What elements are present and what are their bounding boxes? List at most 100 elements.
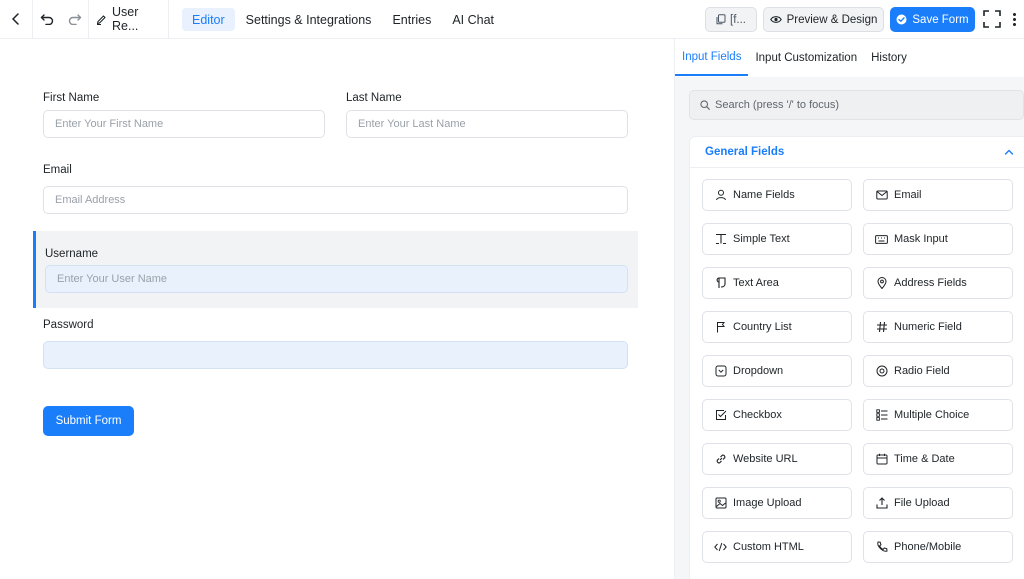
field-phone-mobile[interactable]: Phone/Mobile (863, 531, 1013, 563)
text-cursor-icon (714, 233, 727, 246)
first-name-input[interactable]: Enter Your First Name (43, 110, 325, 138)
fullscreen-icon (983, 10, 1001, 28)
field-label: Numeric Field (894, 321, 962, 333)
envelope-icon (875, 189, 888, 202)
more-options-button[interactable] (1009, 9, 1019, 29)
field-email[interactable]: Email (863, 179, 1013, 211)
field-mask-input[interactable]: Mask Input (863, 223, 1013, 255)
form-title[interactable]: User Re... (89, 0, 169, 38)
field-label: Time & Date (894, 453, 955, 465)
flag-icon (714, 321, 727, 334)
tab-entries[interactable]: Entries (382, 8, 441, 31)
link-icon (714, 453, 727, 466)
upload-icon (875, 497, 888, 510)
undo-button[interactable] (33, 0, 61, 38)
field-text-area[interactable]: Text Area (702, 267, 852, 299)
field-label: Radio Field (894, 365, 950, 377)
field-time-date[interactable]: Time & Date (863, 443, 1013, 475)
field-label: Text Area (733, 277, 779, 289)
shortcode-label: [f... (730, 13, 746, 26)
keyboard-icon (875, 233, 888, 246)
save-form-button[interactable]: Save Form (890, 7, 975, 32)
fullscreen-button[interactable] (983, 10, 1001, 28)
general-fields-section: General Fields Name Fields Email Simple … (689, 136, 1024, 579)
form-title-text: User Re... (112, 5, 139, 33)
panel-tabs: Input Fields Input Customization History (675, 39, 1024, 77)
list-icon (875, 409, 888, 422)
field-website-url[interactable]: Website URL (702, 443, 852, 475)
field-label: Multiple Choice (894, 409, 970, 421)
checkbox-icon (714, 409, 727, 422)
username-input[interactable]: Enter Your User Name (45, 265, 628, 293)
back-button[interactable] (0, 0, 33, 38)
chevron-left-icon (11, 13, 21, 25)
field-custom-html[interactable]: Custom HTML (702, 531, 852, 563)
field-label: Website URL (733, 453, 798, 465)
field-image-upload[interactable]: Image Upload (702, 487, 852, 519)
code-icon (714, 541, 727, 554)
phone-icon (875, 541, 888, 554)
field-multiple-choice[interactable]: Multiple Choice (863, 399, 1013, 431)
field-country-list[interactable]: Country List (702, 311, 852, 343)
eye-icon (769, 15, 782, 24)
field-radio-field[interactable]: Radio Field (863, 355, 1013, 387)
top-toolbar: User Re... Editor Settings & Integration… (0, 0, 1024, 39)
email-label: Email (43, 164, 72, 176)
field-address-fields[interactable]: Address Fields (863, 267, 1013, 299)
paragraph-icon (714, 277, 727, 290)
tab-input-fields[interactable]: Input Fields (675, 39, 749, 76)
check-circle-icon (896, 14, 907, 25)
preview-label: Preview & Design (786, 13, 878, 26)
form-editor-canvas: First Name Enter Your First Name Last Na… (0, 39, 674, 579)
tab-ai-chat[interactable]: AI Chat (442, 8, 504, 31)
section-title: General Fields (705, 146, 785, 158)
redo-icon (68, 13, 82, 25)
field-label: Checkbox (733, 409, 782, 421)
search-icon (700, 100, 710, 110)
fields-panel: Input Fields Input Customization History… (674, 39, 1024, 579)
password-input[interactable] (43, 341, 628, 369)
field-label: Country List (733, 321, 792, 333)
copy-icon (716, 14, 726, 25)
field-label: Email (894, 189, 922, 201)
dropdown-icon (714, 365, 727, 378)
password-label: Password (43, 319, 94, 331)
preview-design-button[interactable]: Preview & Design (763, 7, 884, 32)
field-label: Address Fields (894, 277, 967, 289)
field-label: Simple Text (733, 233, 790, 245)
field-label: Phone/Mobile (894, 541, 962, 553)
save-label: Save Form (912, 13, 969, 26)
last-name-label: Last Name (346, 92, 402, 104)
field-label: Mask Input (894, 233, 948, 245)
email-input[interactable]: Email Address (43, 186, 628, 214)
field-label: Name Fields (733, 189, 795, 201)
field-search-input[interactable]: Search (press '/' to focus) (689, 90, 1024, 120)
redo-button[interactable] (61, 0, 89, 38)
username-label: Username (45, 248, 99, 260)
tab-settings-integrations[interactable]: Settings & Integrations (236, 8, 382, 31)
last-name-input[interactable]: Enter Your Last Name (346, 110, 628, 138)
shortcode-button[interactable]: [f... (705, 7, 757, 32)
field-label: Dropdown (733, 365, 784, 377)
submit-form-button[interactable]: Submit Form (43, 406, 134, 436)
field-label: Image Upload (733, 497, 802, 509)
tab-history[interactable]: History (864, 39, 914, 76)
field-dropdown[interactable]: Dropdown (702, 355, 852, 387)
field-checkbox[interactable]: Checkbox (702, 399, 852, 431)
field-name-fields[interactable]: Name Fields (702, 179, 852, 211)
radio-icon (875, 365, 888, 378)
main-tabs: Editor Settings & Integrations Entries A… (182, 8, 505, 31)
tab-input-customization[interactable]: Input Customization (748, 39, 864, 76)
person-icon (714, 189, 727, 202)
field-simple-text[interactable]: Simple Text (702, 223, 852, 255)
general-fields-header[interactable]: General Fields (690, 137, 1024, 168)
undo-icon (40, 13, 54, 25)
image-icon (714, 497, 727, 510)
field-numeric-field[interactable]: Numeric Field (863, 311, 1013, 343)
first-name-label: First Name (43, 92, 100, 104)
username-field-block[interactable]: Username Enter Your User Name (33, 231, 638, 308)
chevron-up-icon (1003, 146, 1015, 158)
field-file-upload[interactable]: File Upload (863, 487, 1013, 519)
tab-editor[interactable]: Editor (182, 8, 235, 31)
field-label: Custom HTML (733, 541, 804, 553)
